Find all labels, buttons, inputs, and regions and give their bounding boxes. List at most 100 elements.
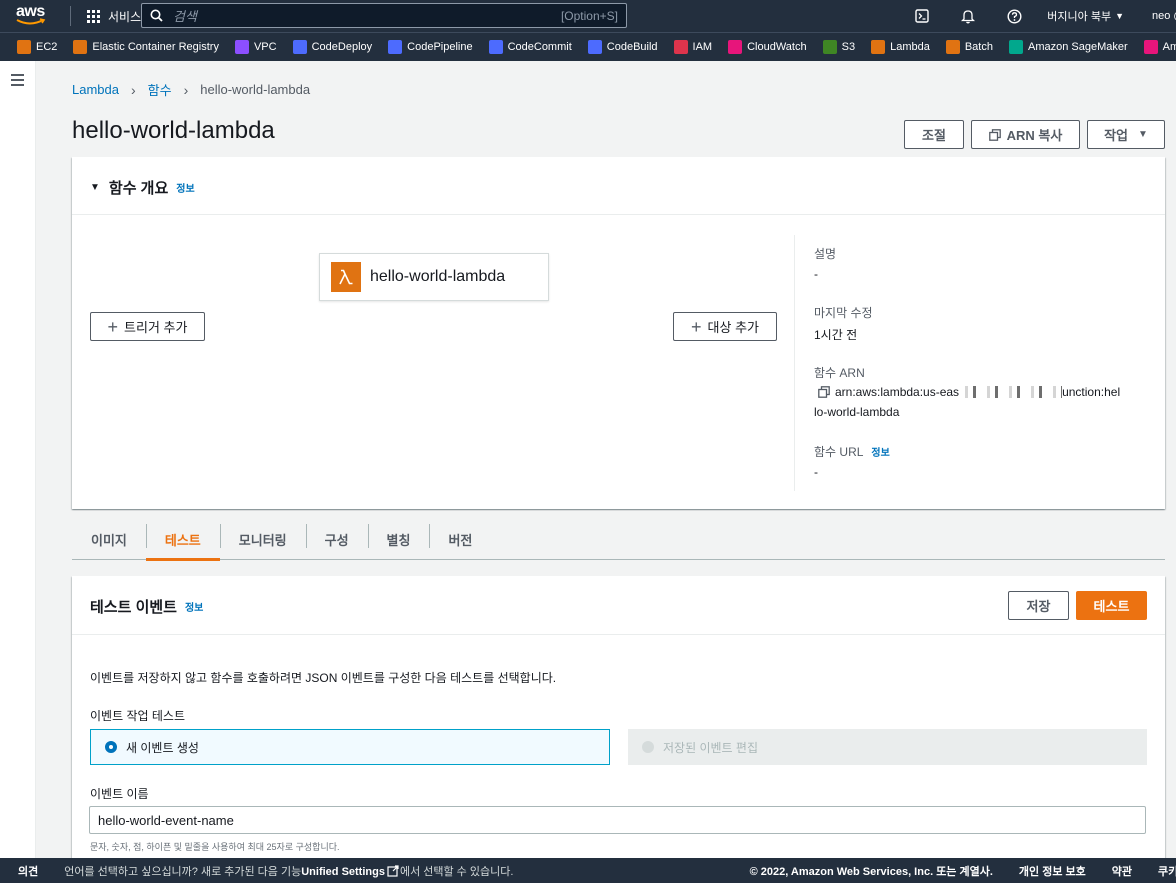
footer: 의견 언어를 선택하고 싶으십니까? 새로 추가된 다음 기능Unified S…: [0, 858, 1176, 883]
nav-right: 버지니아 북부 ▼ neo @: [899, 0, 1176, 32]
service-icon: [1143, 40, 1158, 54]
add-trigger-label: 트리거 추가: [124, 320, 188, 335]
tab-2[interactable]: 모니터링: [219, 518, 306, 560]
region-selector[interactable]: 버지니아 북부 ▼: [1037, 8, 1138, 24]
add-destination-label: 대상 추가: [707, 320, 759, 335]
service-icon: [234, 40, 249, 54]
function-arn-value: arn:aws:lambda:us-eas unction:hel: [818, 385, 1120, 399]
account-menu[interactable]: neo @: [1138, 10, 1176, 22]
copy-arn-button[interactable]: ARN 복사: [971, 120, 1080, 149]
favorite-item[interactable]: EC2: [17, 40, 57, 54]
favorite-item[interactable]: Lambda: [871, 40, 930, 54]
add-trigger-button[interactable]: + 트리거 추가: [90, 312, 205, 341]
favorite-item[interactable]: Batch: [945, 40, 993, 54]
services-menu[interactable]: 서비스: [79, 8, 149, 25]
function-overview-header: ▼ 함수 개요 정보: [72, 157, 1165, 215]
favorite-label: Amaz: [1162, 41, 1176, 53]
plus-icon: +: [107, 316, 119, 337]
privacy-link[interactable]: 개인 정보 보호: [1019, 863, 1086, 879]
info-link[interactable]: 정보: [176, 180, 194, 195]
tab-3[interactable]: 구성: [305, 518, 368, 560]
notifications-button[interactable]: [945, 0, 991, 32]
favorite-item[interactable]: CodeCommit: [488, 40, 572, 54]
favorite-item[interactable]: S3: [822, 40, 855, 54]
favorite-item[interactable]: VPC: [234, 40, 277, 54]
favorite-item[interactable]: CloudWatch: [728, 40, 807, 54]
side-navigation-rail: [0, 61, 36, 858]
service-icon: [822, 40, 837, 54]
terms-link[interactable]: 약관: [1112, 863, 1132, 879]
search-icon: [150, 9, 163, 22]
favorite-label: Amazon SageMaker: [1027, 41, 1128, 53]
event-name-hint: 문자, 숫자, 점, 하이픈 및 밑줄을 사용하여 최대 25자로 구성합니다.: [90, 842, 340, 852]
favorite-label: Batch: [964, 41, 993, 53]
collapse-caret-icon[interactable]: ▼: [90, 182, 100, 193]
service-icon: [292, 40, 307, 54]
create-new-event-option[interactable]: 새 이벤트 생성: [90, 729, 610, 765]
unified-settings-link[interactable]: Unified Settings: [301, 866, 385, 878]
favorite-item[interactable]: Amazon SageMaker: [1008, 40, 1128, 54]
cookies-link[interactable]: 쿠키: [1158, 863, 1176, 879]
copy-icon: [988, 128, 1001, 141]
throttle-button[interactable]: 조절: [904, 120, 964, 149]
page-title: hello-world-lambda: [72, 117, 275, 144]
add-destination-button[interactable]: + 대상 추가: [673, 312, 777, 341]
favorite-label: VPC: [253, 41, 277, 53]
copy-arn-label: ARN 복사: [1006, 128, 1063, 143]
breadcrumb-lambda[interactable]: Lambda: [72, 82, 119, 97]
nav-divider: [70, 6, 71, 26]
favorite-item[interactable]: CodeBuild: [587, 40, 658, 54]
function-overview-panel: ▼ 함수 개요 정보 hello-world-lambda + 트리거 추가 +…: [72, 157, 1165, 509]
favorite-item[interactable]: CodePipeline: [388, 40, 473, 54]
service-icon: [945, 40, 960, 54]
function-name: hello-world-lambda: [370, 268, 506, 285]
event-name-input[interactable]: [89, 806, 1146, 834]
service-icon: [871, 40, 886, 54]
search-input[interactable]: 검색 [Option+S]: [141, 3, 627, 28]
function-url-label-group: 함수 URL 정보: [814, 443, 890, 460]
favorite-label: CodeDeploy: [311, 41, 373, 53]
info-link[interactable]: 정보: [871, 444, 889, 459]
service-icon: [1008, 40, 1023, 54]
chevron-right-icon: ›: [130, 81, 136, 98]
bell-icon: [961, 9, 976, 23]
service-icon: [17, 40, 31, 54]
favorite-item[interactable]: Amaz: [1143, 40, 1176, 54]
edit-saved-event-option[interactable]: 저장된 이벤트 편집: [628, 729, 1147, 765]
aws-smile-icon: [16, 18, 46, 25]
test-button[interactable]: 테스트: [1076, 591, 1147, 620]
function-diagram-card[interactable]: hello-world-lambda: [319, 253, 549, 301]
menu-icon[interactable]: [11, 74, 24, 89]
edit-saved-event-label: 저장된 이벤트 편집: [663, 740, 758, 755]
function-tabs: 이미지 테스트 모니터링 구성 별칭 버전: [72, 518, 1165, 561]
tab-0[interactable]: 이미지: [72, 518, 146, 560]
copy-icon[interactable]: [818, 386, 830, 398]
description-label: 설명: [814, 247, 837, 261]
function-arn-label: 함수 ARN: [814, 366, 865, 380]
favorite-item[interactable]: IAM: [673, 40, 712, 54]
arn-text-end: unction:hel: [1062, 385, 1121, 399]
feedback-link[interactable]: 의견: [0, 863, 56, 879]
favorite-item[interactable]: Elastic Container Registry: [73, 40, 219, 54]
create-new-event-label: 새 이벤트 생성: [126, 740, 199, 755]
tab-1[interactable]: 테스트: [145, 518, 220, 561]
save-button[interactable]: 저장: [1008, 591, 1069, 620]
breadcrumb-functions[interactable]: 함수: [148, 80, 172, 99]
favorite-item[interactable]: CodeDeploy: [292, 40, 373, 54]
function-url-label: 함수 URL: [814, 445, 864, 459]
cloudshell-button[interactable]: [899, 0, 945, 32]
function-url-value: -: [814, 465, 818, 479]
info-link[interactable]: 정보: [185, 599, 203, 614]
caret-down-icon: ▼: [1138, 129, 1148, 140]
help-button[interactable]: [991, 0, 1037, 32]
event-action-label: 이벤트 작업 테스트: [90, 709, 185, 723]
favorite-label: Elastic Container Registry: [92, 41, 219, 53]
tab-4[interactable]: 별칭: [367, 518, 430, 560]
actions-dropdown[interactable]: 작업 ▼: [1087, 120, 1165, 149]
service-icon: [673, 40, 688, 54]
test-label: 테스트: [1093, 599, 1130, 614]
aws-logo[interactable]: aws: [14, 0, 64, 32]
event-name-label: 이벤트 이름: [90, 787, 149, 801]
tab-5[interactable]: 버전: [429, 518, 491, 560]
services-label: 서비스: [108, 9, 142, 24]
